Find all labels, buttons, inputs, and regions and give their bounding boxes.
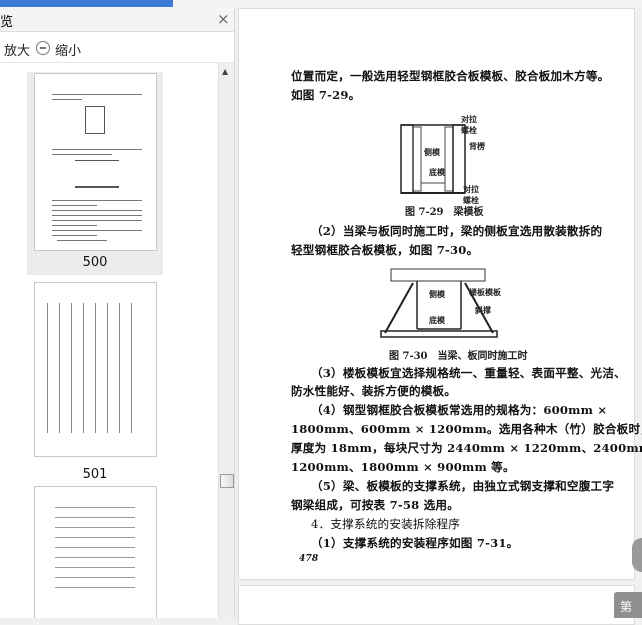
figure-7-29: [400, 124, 466, 194]
text-line: 防水性能好、装拆方便的模板。: [291, 384, 457, 398]
page-number: 478: [299, 554, 319, 564]
thumbnail-label: 500: [82, 255, 108, 270]
text-line: 1800mm、600mm × 1200mm。选用各种木（竹）胶合板时，其: [291, 422, 642, 436]
sidebar-header: 览 ×: [0, 7, 234, 32]
text-line: 位置而定，一般选用轻型钢框胶合板模板、胶合板加木方等。: [291, 69, 610, 83]
text-line: 1200mm、1800mm × 900mm 等。: [291, 460, 515, 474]
close-icon[interactable]: ×: [217, 10, 230, 28]
text-line: （1）支撑系统的安装程序如图 7-31。: [311, 536, 519, 550]
scroll-up-icon[interactable]: ▲: [222, 67, 228, 76]
scrollbar-thumb[interactable]: [220, 474, 234, 488]
text-line: （3）楼板模板宜选择规格统一、重量轻、表面平整、光洁、: [311, 366, 626, 380]
next-document-page: [238, 585, 635, 625]
zoom-out-button[interactable]: 缩小: [55, 40, 81, 59]
sidebar-scrollbar[interactable]: ▲: [218, 63, 234, 618]
figure-caption: 图 7-29 梁模板: [405, 207, 484, 218]
text-line: 如图 7-29。: [291, 88, 361, 102]
thumbnail-page-image: [34, 73, 157, 251]
figure-caption: 图 7-30 当梁、板同时施工时: [389, 351, 528, 362]
thumbnail-page-image: [34, 282, 157, 457]
thumbnail-page-image: [34, 486, 157, 618]
text-line: 钢梁组成，可按表 7-58 选用。: [291, 498, 460, 512]
sidebar-title: 览: [0, 15, 14, 30]
document-page: 位置而定，一般选用轻型钢框胶合板模板、胶合板加木方等。 如图 7-29。 对拉螺…: [238, 8, 642, 580]
text-line: 轻型钢框胶合板模板，如图 7-30。: [291, 243, 479, 257]
thumbnail-list: 500 501: [0, 63, 218, 618]
sidebar-toolbar: 放大 缩小: [0, 33, 234, 63]
section-heading: 4．支撑系统的安装拆除程序: [311, 517, 461, 531]
thumbnail-501[interactable]: 501: [27, 281, 163, 482]
text-line: （4）钢型钢框胶合板模板常选用的规格为：600mm ×: [311, 403, 608, 417]
text-line: （2）当梁与板同时施工时，梁的侧板宜选用散装散拆的: [311, 224, 603, 238]
zoom-out-icon[interactable]: [36, 41, 50, 55]
floating-button[interactable]: [632, 538, 642, 572]
page-indicator: 第: [614, 592, 642, 618]
thumbnail-500[interactable]: 500: [27, 72, 163, 275]
text-line: （5）梁、板模板的支撑系统，由独立式钢支撑和空腹工字: [311, 479, 615, 493]
zoom-in-button[interactable]: 放大: [4, 40, 30, 59]
text-line: 厚度为 18mm，每块尺寸为 2440mm × 1220mm、2400mm ×: [291, 441, 642, 455]
document-view: 位置而定，一般选用轻型钢框胶合板模板、胶合板加木方等。 如图 7-29。 对拉螺…: [236, 7, 642, 625]
thumbnail-label: 501: [82, 467, 108, 482]
thumbnail-sidebar: 览 × 放大 缩小 500 501 ▲: [0, 7, 235, 618]
active-tab[interactable]: [0, 0, 173, 7]
thumbnail-502[interactable]: [27, 485, 163, 618]
